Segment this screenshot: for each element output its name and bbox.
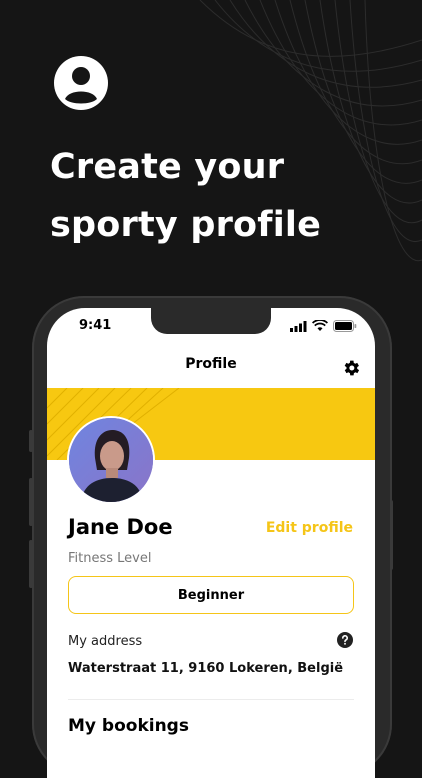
profile-name: Jane Doe	[68, 515, 173, 539]
address-value: Waterstraat 11, 9160 Lokeren, België	[68, 661, 344, 676]
promo-headline: Create your sporty profile	[50, 147, 322, 245]
gear-icon[interactable]	[341, 358, 361, 378]
avatar[interactable]	[67, 416, 155, 504]
fitness-level-value: Beginner	[177, 587, 245, 603]
signal-icon	[290, 320, 307, 332]
phone-frame: 9:41 Profile Jane Doe Edit profile Fitne…	[32, 296, 392, 778]
status-time: 9:41	[79, 318, 112, 333]
status-icons	[290, 320, 357, 332]
battery-icon	[333, 320, 357, 332]
phone-screen: 9:41 Profile Jane Doe Edit profile Fitne…	[47, 308, 375, 778]
help-icon[interactable]	[337, 632, 353, 648]
divider	[68, 699, 354, 700]
user-circle-icon	[54, 56, 108, 110]
fitness-level-button[interactable]: Beginner	[68, 576, 354, 614]
fitness-level-label: Fitness Level	[68, 551, 152, 566]
address-label: My address	[68, 634, 143, 649]
avatar-photo	[69, 418, 153, 502]
edit-profile-link[interactable]: Edit profile	[266, 520, 353, 536]
phone-notch	[151, 308, 271, 334]
wifi-icon	[312, 320, 328, 331]
bookings-title: My bookings	[68, 716, 189, 736]
page-title: Profile	[185, 356, 237, 372]
